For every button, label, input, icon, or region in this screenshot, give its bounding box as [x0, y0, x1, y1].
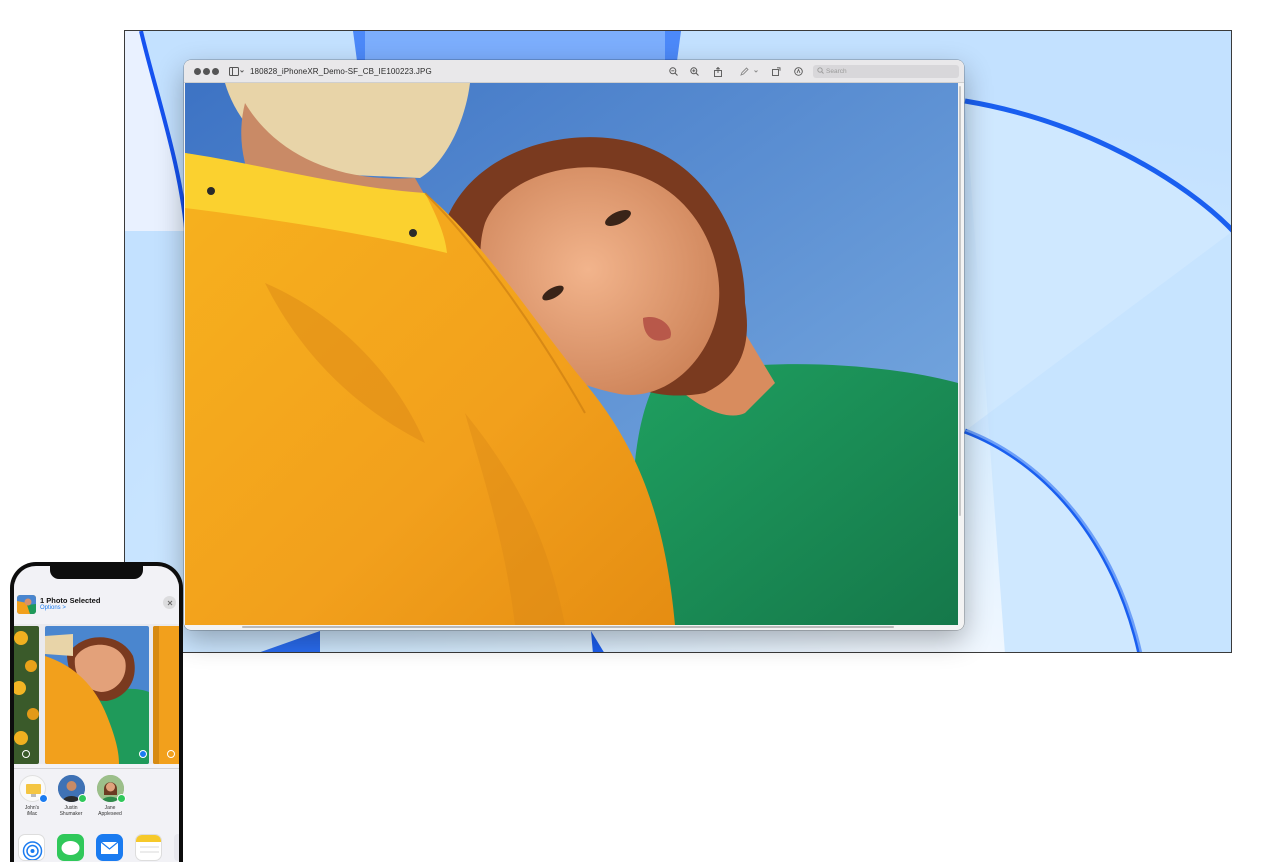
- rotate-icon[interactable]: [771, 65, 781, 78]
- airdrop-target-johns-imac[interactable]: John's iMac: [15, 775, 49, 817]
- photo-illustration: [185, 83, 958, 625]
- close-icon: [167, 600, 172, 605]
- zoom-in-icon[interactable]: [689, 65, 699, 78]
- avatar: [96, 775, 126, 803]
- messages-badge-icon: [77, 794, 87, 803]
- share-sheet-title: 1 Photo Selected: [40, 596, 101, 605]
- person-name-line2: iMac: [26, 811, 38, 817]
- markup-toolbar-icon[interactable]: [793, 65, 803, 78]
- vertical-scrollbar[interactable]: [959, 86, 961, 516]
- avatar: [18, 775, 48, 803]
- messages-icon[interactable]: [57, 834, 84, 861]
- horizontal-scrollbar[interactable]: [242, 626, 894, 628]
- selected-photo-thumbnail: [17, 595, 36, 614]
- photo-flowers[interactable]: [14, 626, 39, 764]
- zoom-window-button[interactable]: [212, 68, 219, 75]
- photo-yellow[interactable]: [153, 626, 179, 764]
- options-link[interactable]: Options >: [40, 605, 66, 611]
- search-icon: [817, 67, 824, 74]
- messages-badge-icon: [116, 794, 126, 803]
- iphone-notch: [50, 566, 143, 579]
- person-name-line2: Appleseed: [98, 811, 122, 817]
- iphone-screen: 1 Photo Selected Options > John's iMac J…: [14, 566, 179, 862]
- person-name: Jane Appleseed: [93, 805, 127, 817]
- share-sheet-divider: [14, 768, 179, 769]
- share-icon[interactable]: [713, 65, 723, 78]
- photo-selected[interactable]: [45, 626, 149, 764]
- person-name-line2: Shumaker: [59, 811, 83, 817]
- selection-circle[interactable]: [167, 750, 175, 758]
- share-sheet-header: 1 Photo Selected Options >: [14, 582, 179, 620]
- airdrop-badge-icon: [38, 794, 48, 803]
- airdrop-target-jane-appleseed[interactable]: Jane Appleseed: [93, 775, 127, 817]
- airdrop-icon[interactable]: [18, 834, 45, 861]
- photo-image[interactable]: [185, 83, 958, 625]
- iphone: 1 Photo Selected Options > John's iMac J…: [10, 562, 183, 862]
- mail-icon[interactable]: [96, 834, 123, 861]
- person-name: Justin Shumaker: [54, 805, 88, 817]
- avatar: [57, 775, 87, 803]
- photo-picker-strip[interactable]: [14, 624, 179, 764]
- airdrop-target-justin-shumaker[interactable]: Justin Shumaker: [54, 775, 88, 817]
- more-apps-icon[interactable]: [174, 834, 179, 861]
- close-share-sheet-button[interactable]: [163, 596, 176, 609]
- person-name: John's iMac: [15, 805, 49, 817]
- selected-check-circle[interactable]: [139, 750, 147, 758]
- search-field[interactable]: Search: [813, 65, 959, 78]
- options-label: Options: [40, 605, 61, 611]
- zoom-out-icon[interactable]: [668, 65, 678, 78]
- selection-circle[interactable]: [22, 750, 30, 758]
- window-titlebar[interactable]: 180828_iPhoneXR_Demo-SF_CB_IE100223.JPG …: [184, 60, 964, 83]
- markup-pen-icon[interactable]: [740, 65, 760, 78]
- preview-window: 180828_iPhoneXR_Demo-SF_CB_IE100223.JPG …: [184, 60, 964, 630]
- notes-icon[interactable]: [135, 834, 162, 861]
- sidebar-icon[interactable]: [229, 65, 245, 78]
- close-window-button[interactable]: [194, 68, 201, 75]
- chevron-right-icon: >: [62, 605, 66, 611]
- minimize-window-button[interactable]: [203, 68, 210, 75]
- window-title-filename: 180828_iPhoneXR_Demo-SF_CB_IE100223.JPG: [250, 67, 432, 76]
- search-placeholder: Search: [826, 68, 847, 75]
